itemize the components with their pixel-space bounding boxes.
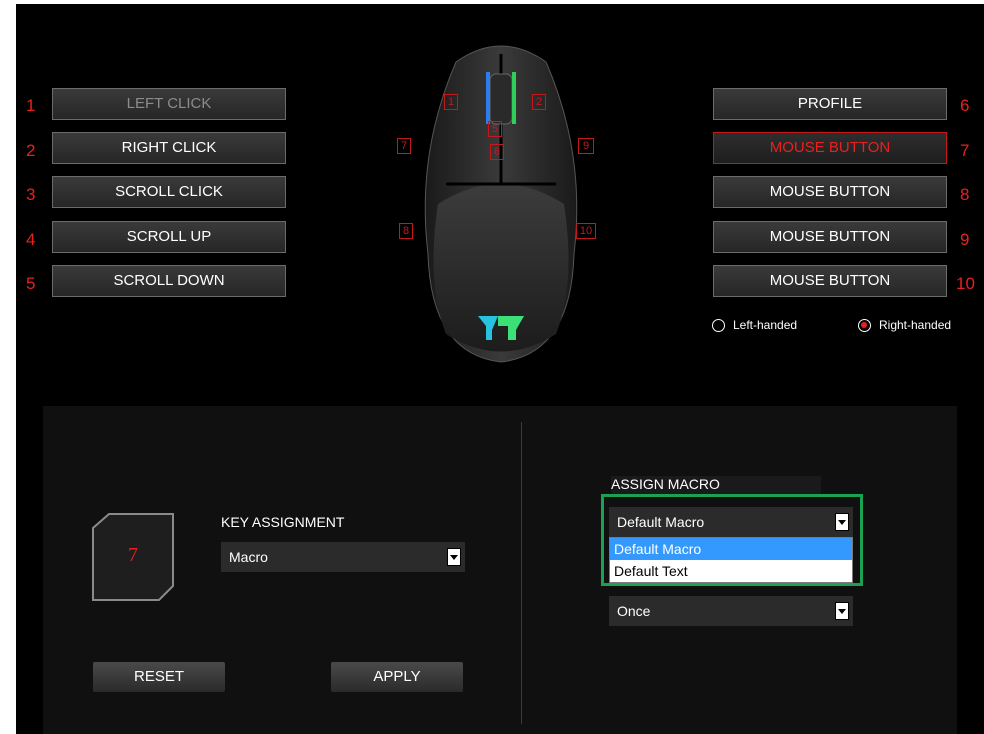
mouse-config-window: 1 LEFT CLICK 2 RIGHT CLICK 3 SCROLL CLIC… [16,4,984,734]
mouse-marker-6: 6 [490,144,504,160]
macro-options-list: Default Macro Default Text [609,537,853,583]
mouse-marker-1: 1 [444,94,458,110]
key-number-6: 6 [960,96,970,115]
mouse-marker-8: 8 [399,223,413,239]
left-handed-label: Left-handed [733,318,798,332]
left-handed-option[interactable]: Left-handed [712,318,797,332]
reset-button[interactable]: RESET [93,662,225,692]
mouse-marker-10: 10 [576,223,596,239]
macro-option-default-macro[interactable]: Default Macro [610,538,852,560]
right-handed-option[interactable]: Right-handed [858,318,951,332]
panel-divider [521,422,522,724]
key-number-10: 10 [956,274,975,293]
apply-button[interactable]: APPLY [331,662,463,692]
assignment-panel: 7 KEY ASSIGNMENT Macro RESET APPLY ASSIG… [43,406,957,734]
key-number-8: 8 [960,185,970,204]
key-number-4: 4 [26,230,36,249]
key-number-5: 5 [26,274,36,293]
mouse-illustration [424,45,578,363]
key-assignment-label: KEY ASSIGNMENT [221,514,345,530]
repeat-select-value: Once [617,603,651,619]
scroll-up-button[interactable]: SCROLL UP [52,221,286,253]
macro-select[interactable]: Default Macro [609,507,853,537]
mouse-marker-5: 5 [488,121,502,137]
mouse-button-9[interactable]: MOUSE BUTTON [713,221,947,253]
mouse-marker-7: 7 [397,138,411,154]
left-click-button[interactable]: LEFT CLICK [52,88,286,120]
key-assignment-value: Macro [229,549,268,565]
macro-select-value: Default Macro [617,514,705,530]
mouse-button-10[interactable]: MOUSE BUTTON [713,265,947,297]
mouse-button-8[interactable]: MOUSE BUTTON [713,176,947,208]
repeat-select[interactable]: Once [609,596,853,626]
key-number-2: 2 [26,141,36,160]
key-number-3: 3 [26,185,36,204]
chevron-down-icon[interactable] [835,602,849,620]
chevron-down-icon[interactable] [447,548,461,566]
scroll-click-button[interactable]: SCROLL CLICK [52,176,286,208]
scroll-down-button[interactable]: SCROLL DOWN [52,265,286,297]
key-number-9: 9 [960,230,970,249]
mouse-marker-9: 9 [578,138,594,154]
profile-button[interactable]: PROFILE [713,88,947,120]
key-number-7: 7 [960,141,970,160]
right-handed-label: Right-handed [879,318,952,332]
left-handed-radio[interactable] [712,318,725,332]
chevron-down-icon[interactable] [835,513,849,531]
selected-key-number: 7 [128,544,138,566]
macro-option-default-text[interactable]: Default Text [610,560,852,582]
mouse-marker-2: 2 [532,94,546,110]
right-click-button[interactable]: RIGHT CLICK [52,132,286,164]
key-assignment-select[interactable]: Macro [221,542,465,572]
mouse-button-7[interactable]: MOUSE BUTTON [713,132,947,164]
right-handed-radio[interactable] [858,318,871,332]
key-number-1: 1 [26,96,36,115]
assign-macro-label: ASSIGN MACRO [611,476,821,496]
